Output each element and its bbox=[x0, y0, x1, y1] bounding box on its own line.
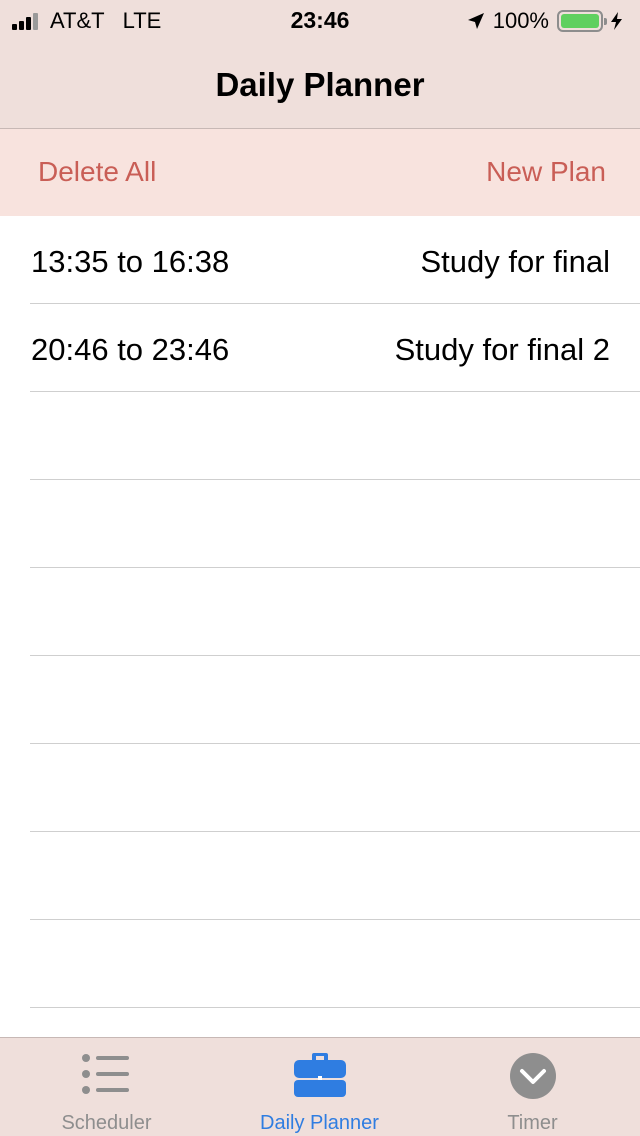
tab-label: Timer bbox=[507, 1112, 558, 1134]
tab-bar: Scheduler Daily Planner Timer bbox=[0, 1037, 640, 1136]
tab-daily-planner[interactable]: Daily Planner bbox=[213, 1038, 426, 1136]
briefcase-icon bbox=[293, 1053, 346, 1097]
status-bar: AT&T LTE 23:46 100% bbox=[0, 0, 640, 40]
empty-row bbox=[30, 656, 640, 744]
battery-percent: 100% bbox=[492, 8, 549, 33]
screen: AT&T LTE 23:46 100% Daily Planner Delete… bbox=[0, 0, 640, 1136]
empty-row bbox=[30, 568, 640, 656]
list-item[interactable]: 13:35 to 16:38 Study for final bbox=[30, 216, 640, 304]
chevron-circle-icon bbox=[509, 1053, 556, 1099]
empty-row bbox=[30, 480, 640, 568]
page-title: Daily Planner bbox=[215, 66, 425, 103]
tab-scheduler[interactable]: Scheduler bbox=[0, 1038, 213, 1136]
plan-title: Study for final bbox=[420, 244, 610, 279]
empty-row bbox=[30, 744, 640, 832]
location-arrow-icon bbox=[467, 13, 484, 29]
list-item[interactable]: 20:46 to 23:46 Study for final 2 bbox=[30, 304, 640, 392]
plan-time: 20:46 to 23:46 bbox=[31, 332, 230, 367]
list-icon bbox=[81, 1054, 129, 1094]
plan-time: 13:35 to 16:38 bbox=[31, 244, 230, 279]
tab-label: Daily Planner bbox=[260, 1112, 379, 1134]
plan-list: 13:35 to 16:38 Study for final 20:46 to … bbox=[0, 216, 640, 1036]
battery-fill bbox=[561, 14, 599, 28]
navigation-bar: Daily Planner bbox=[0, 40, 640, 129]
new-plan-button[interactable]: New Plan bbox=[486, 156, 606, 188]
tab-label: Scheduler bbox=[61, 1112, 152, 1134]
empty-row bbox=[30, 392, 640, 480]
delete-all-button[interactable]: Delete All bbox=[38, 156, 156, 188]
empty-row bbox=[30, 920, 640, 1008]
tab-timer[interactable]: Timer bbox=[426, 1038, 639, 1136]
plan-title: Study for final 2 bbox=[394, 332, 610, 367]
toolbar: Delete All New Plan bbox=[0, 129, 640, 216]
empty-row bbox=[30, 832, 640, 920]
battery-icon bbox=[557, 10, 607, 32]
charging-bolt-icon bbox=[611, 12, 622, 30]
status-right: 100% bbox=[467, 8, 630, 34]
